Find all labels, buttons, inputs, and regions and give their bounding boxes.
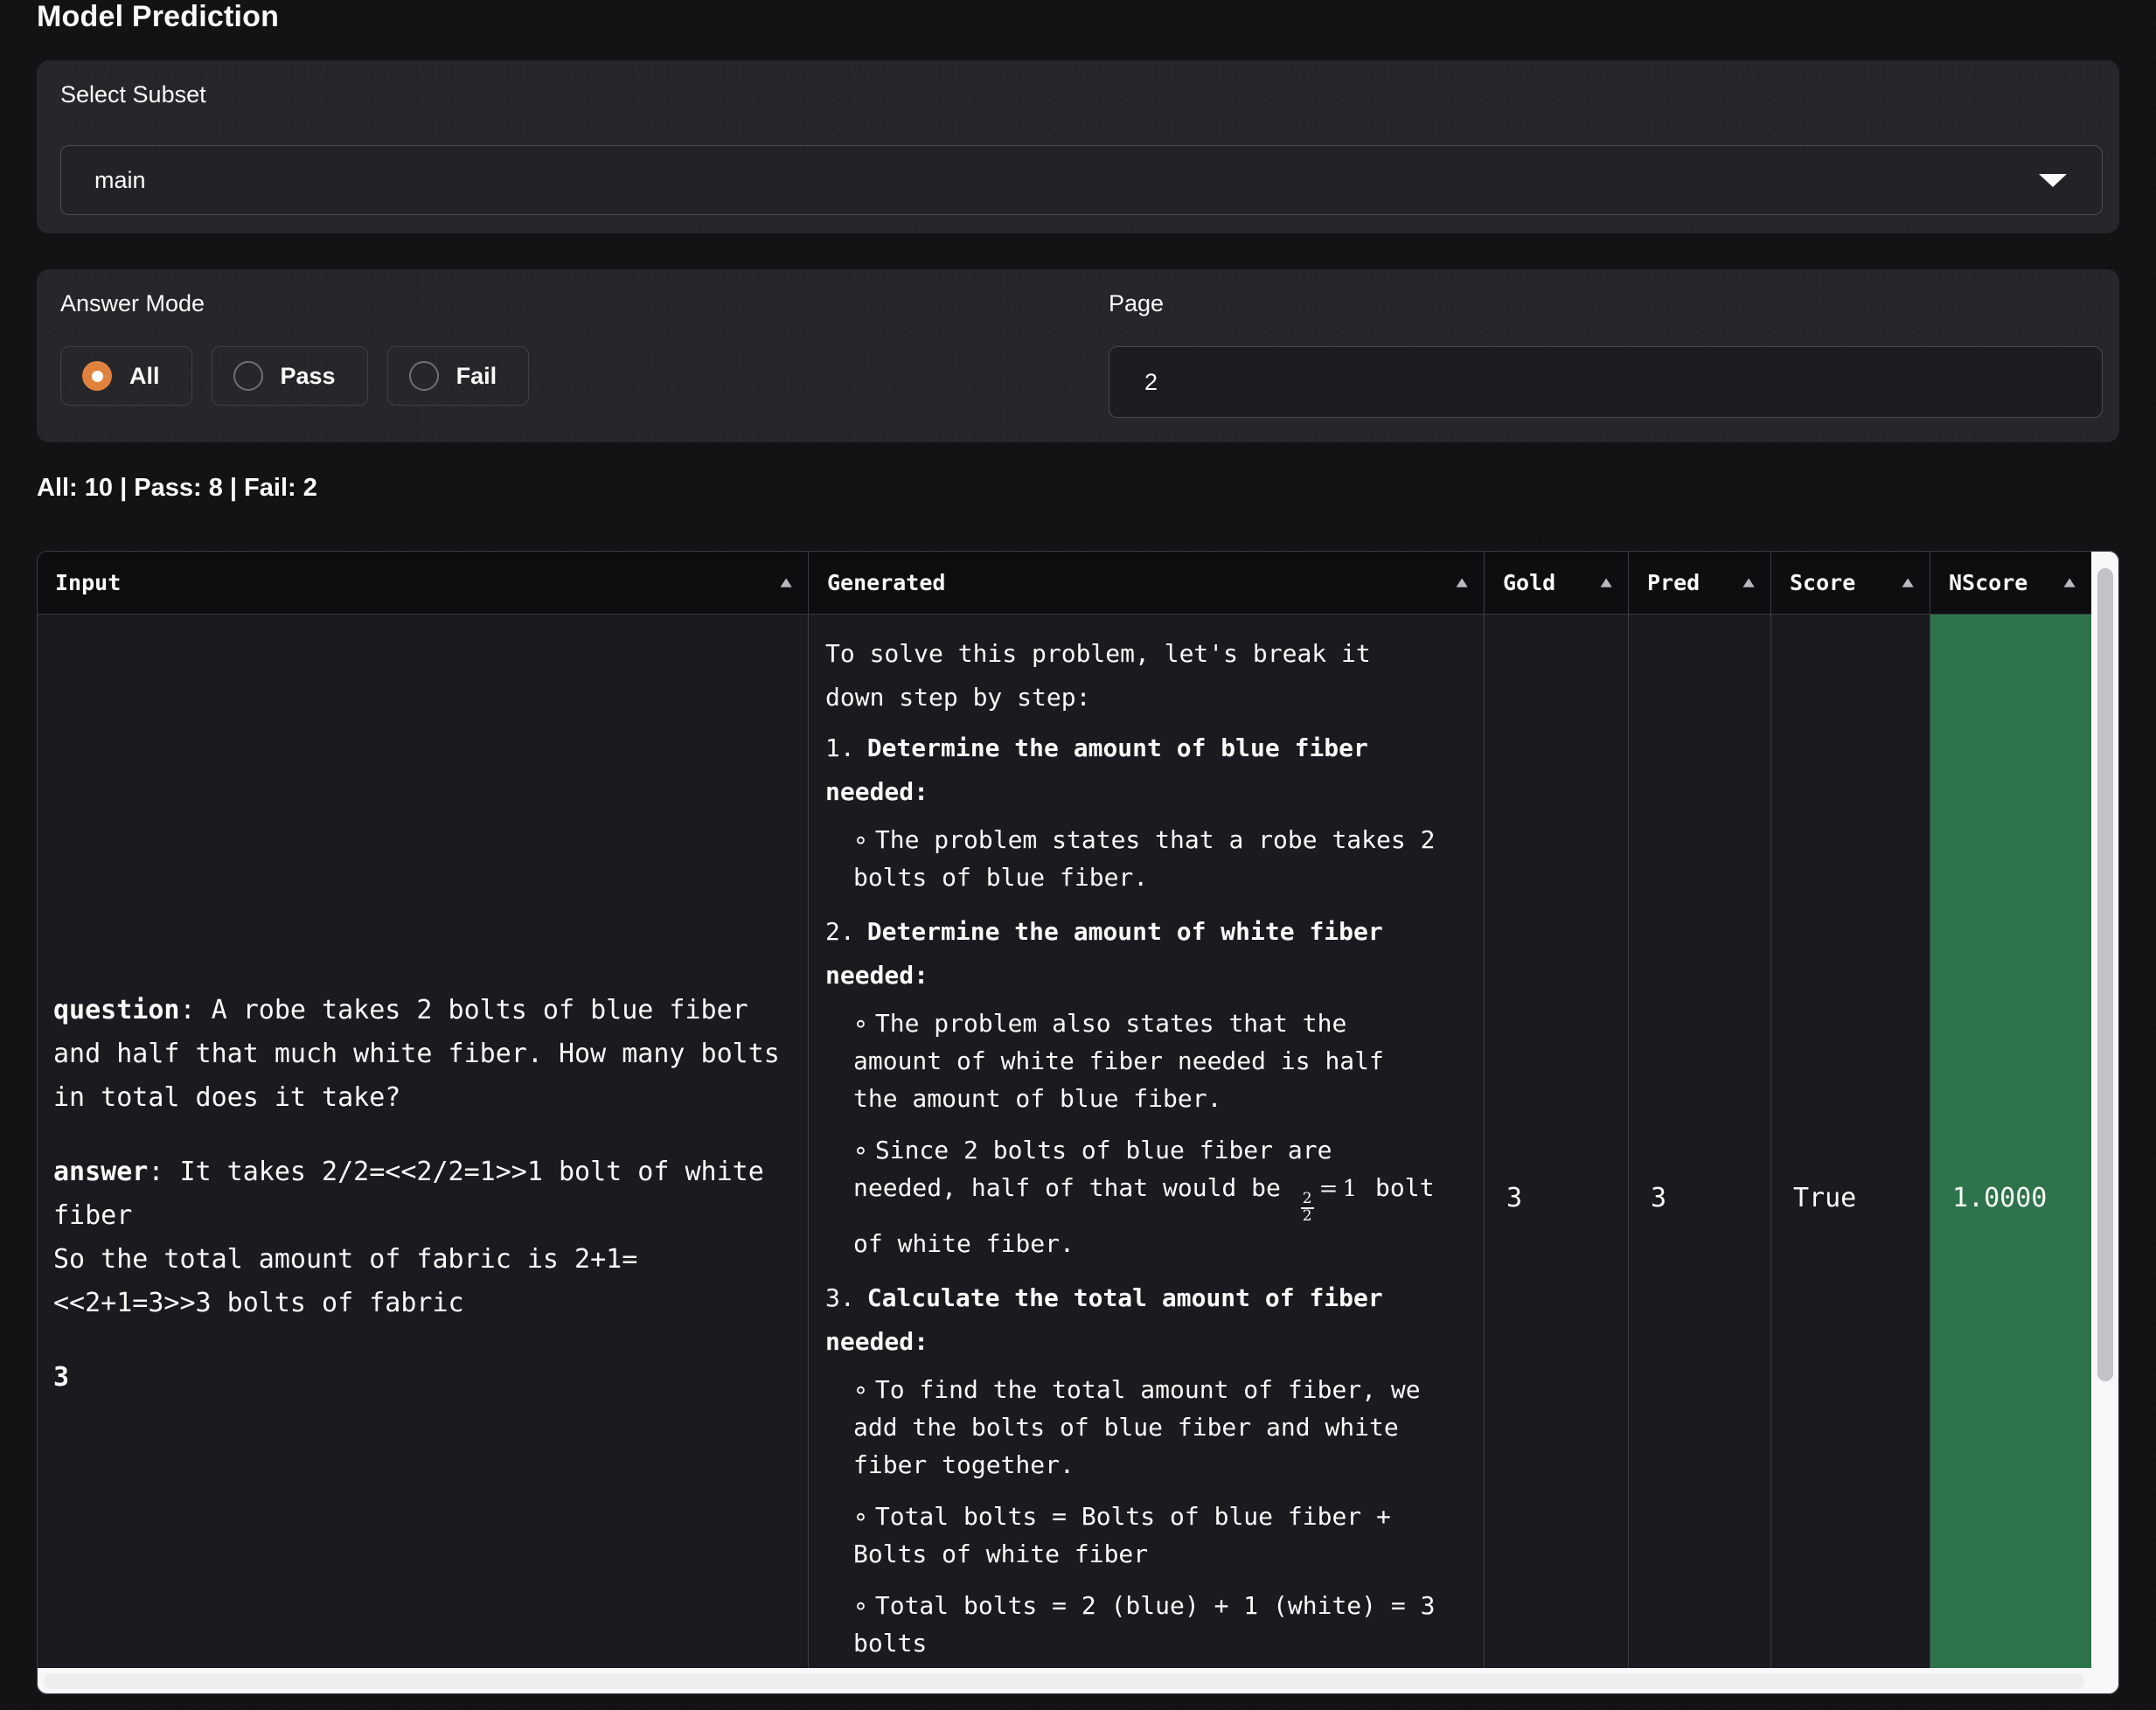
gold-value: 3 [1506, 1177, 1522, 1220]
generated-intro: To solve this problem, let's break it do… [825, 632, 1443, 719]
subset-selected-value: main [94, 167, 146, 194]
bullet-icon: ∘ [853, 1502, 868, 1531]
list-number: 3. [825, 1283, 855, 1312]
radio-option-fail-label: Fail [456, 363, 497, 390]
bullet-text: The problem states that a robe takes 2 b… [853, 825, 1435, 892]
radio-option-all-label: All [129, 363, 160, 390]
bullet-text: Since 2 bolts of blue fiber are needed, … [853, 1136, 1332, 1202]
radio-selected-icon [82, 361, 112, 391]
answer-paragraph: answer: It takes 2/2=<<2/2=1>>1 bolt of … [53, 1150, 791, 1325]
pred-value: 3 [1651, 1177, 1666, 1220]
page-label: Page [1109, 290, 1164, 317]
column-header-label: Pred [1647, 570, 1700, 595]
answer-text: : It takes 2/2=<<2/2=1>>1 bolt of white … [53, 1157, 764, 1231]
subset-label: Select Subset [60, 81, 206, 108]
bullet-item: ∘Total bolts = 2 (blue) + 1 (white) = 3 … [853, 1587, 1443, 1662]
bullet-item: ∘Since 2 bolts of blue fiber are needed,… [853, 1131, 1443, 1262]
nscore-value: 1.0000 [1952, 1177, 2047, 1220]
bullet-item: ∘The problem states that a robe takes 2 … [853, 821, 1443, 896]
vertical-scrollbar[interactable] [2091, 551, 2119, 1694]
page-input[interactable]: 2 [1109, 346, 2103, 418]
fraction-numerator: 2 [1303, 1192, 1312, 1207]
generated-cell: To solve this problem, let's break it do… [809, 615, 1485, 1668]
radio-option-fail[interactable]: Fail [387, 346, 530, 406]
answer-mode-radio-group: All Pass Fail [60, 346, 529, 406]
score-cell: True [1771, 615, 1930, 1668]
filters-panel: Answer Mode All Pass Fail Page 2 [37, 269, 2119, 442]
bullet-item: ∘The problem also states that the amount… [853, 1004, 1443, 1117]
nscore-cell: 1.0000 [1930, 615, 2091, 1668]
radio-option-pass-label: Pass [281, 363, 336, 390]
question-label: question [53, 995, 180, 1025]
bullet-text: Total bolts = 2 (blue) + 1 (white) = 3 b… [853, 1591, 1435, 1658]
math-equals: = 1 [1319, 1176, 1358, 1202]
bullet-item: ∘Total bolts = Bolts of blue fiber + Bol… [853, 1498, 1443, 1573]
score-value: True [1793, 1177, 1856, 1220]
pred-cell: 3 [1629, 615, 1771, 1668]
math-fraction: 22 [1301, 1192, 1314, 1225]
question-paragraph: question: A robe takes 2 bolts of blue f… [53, 989, 791, 1120]
sort-asc-icon: ▲ [1600, 573, 1611, 591]
column-header-label: Gold [1503, 570, 1555, 595]
radio-unselected-icon [233, 361, 263, 391]
section-heading: Determine the amount of white fiber need… [825, 917, 1383, 990]
bullet-text: Total bolts = Bolts of blue fiber + Bolt… [853, 1502, 1391, 1568]
final-answer: 3 [53, 1356, 791, 1400]
radio-unselected-icon [409, 361, 439, 391]
horizontal-scrollbar[interactable] [37, 1668, 2091, 1694]
list-number: 1. [825, 733, 855, 762]
bullet-icon: ∘ [853, 1591, 868, 1620]
list-number: 2. [825, 917, 855, 946]
page-title: Model Prediction [37, 0, 279, 34]
column-header-pred[interactable]: Pred ▲ [1629, 551, 1771, 615]
generated-section-1: 1.Determine the amount of blue fiber nee… [825, 726, 1443, 896]
column-header-gold[interactable]: Gold ▲ [1485, 551, 1629, 615]
subset-select[interactable]: main [60, 145, 2103, 215]
column-header-label: Score [1790, 570, 1855, 595]
column-header-label: Input [55, 570, 121, 595]
sort-asc-icon: ▲ [1456, 573, 1467, 591]
column-header-generated[interactable]: Generated ▲ [809, 551, 1485, 615]
sort-asc-icon: ▲ [780, 573, 791, 591]
answer-text: <<2+1=3>>3 bolts of fabric [53, 1288, 464, 1318]
sort-asc-icon: ▲ [1902, 573, 1913, 591]
fraction-denominator: 2 [1301, 1207, 1314, 1225]
column-header-input[interactable]: Input ▲ [37, 551, 809, 615]
answer-label: answer [53, 1157, 148, 1187]
bullet-text: To find the total amount of fiber, we ad… [853, 1375, 1421, 1479]
radio-dot-inner [92, 371, 103, 382]
page-input-value: 2 [1144, 369, 1158, 396]
column-header-nscore[interactable]: NScore ▲ [1930, 551, 2091, 615]
horizontal-scrollbar-thumb[interactable] [44, 1673, 2084, 1689]
section-heading: Calculate the total amount of fiber need… [825, 1283, 1383, 1356]
input-cell: question: A robe takes 2 bolts of blue f… [37, 615, 809, 1668]
bullet-item: ∘To find the total amount of fiber, we a… [853, 1371, 1443, 1484]
answer-mode-label: Answer Mode [60, 290, 205, 317]
radio-option-all[interactable]: All [60, 346, 192, 406]
bullet-icon: ∘ [853, 1009, 868, 1038]
bullet-text: The problem also states that the amount … [853, 1009, 1384, 1113]
column-header-label: Generated [827, 570, 945, 595]
answer-text: So the total amount of fabric is 2+1= [53, 1244, 637, 1275]
subset-panel: Select Subset main [37, 60, 2119, 233]
section-heading: Determine the amount of blue fiber neede… [825, 733, 1368, 806]
sort-asc-icon: ▲ [2063, 573, 2075, 591]
results-table: Input ▲ Generated ▲ Gold ▲ Pred ▲ Score … [37, 551, 2119, 1694]
bullet-icon: ∘ [853, 825, 868, 854]
sort-asc-icon: ▲ [1742, 573, 1754, 591]
generated-section-2: 2.Determine the amount of white fiber ne… [825, 910, 1443, 1262]
bullet-icon: ∘ [853, 1136, 868, 1164]
column-header-label: NScore [1949, 570, 2027, 595]
chevron-down-icon [2039, 174, 2067, 187]
generated-section-3: 3.Calculate the total amount of fiber ne… [825, 1276, 1443, 1662]
stats-line: All: 10 | Pass: 8 | Fail: 2 [37, 474, 317, 503]
radio-option-pass[interactable]: Pass [212, 346, 368, 406]
vertical-scrollbar-thumb[interactable] [2097, 568, 2113, 1381]
column-header-score[interactable]: Score ▲ [1771, 551, 1930, 615]
gold-cell: 3 [1485, 615, 1629, 1668]
bullet-icon: ∘ [853, 1375, 868, 1404]
